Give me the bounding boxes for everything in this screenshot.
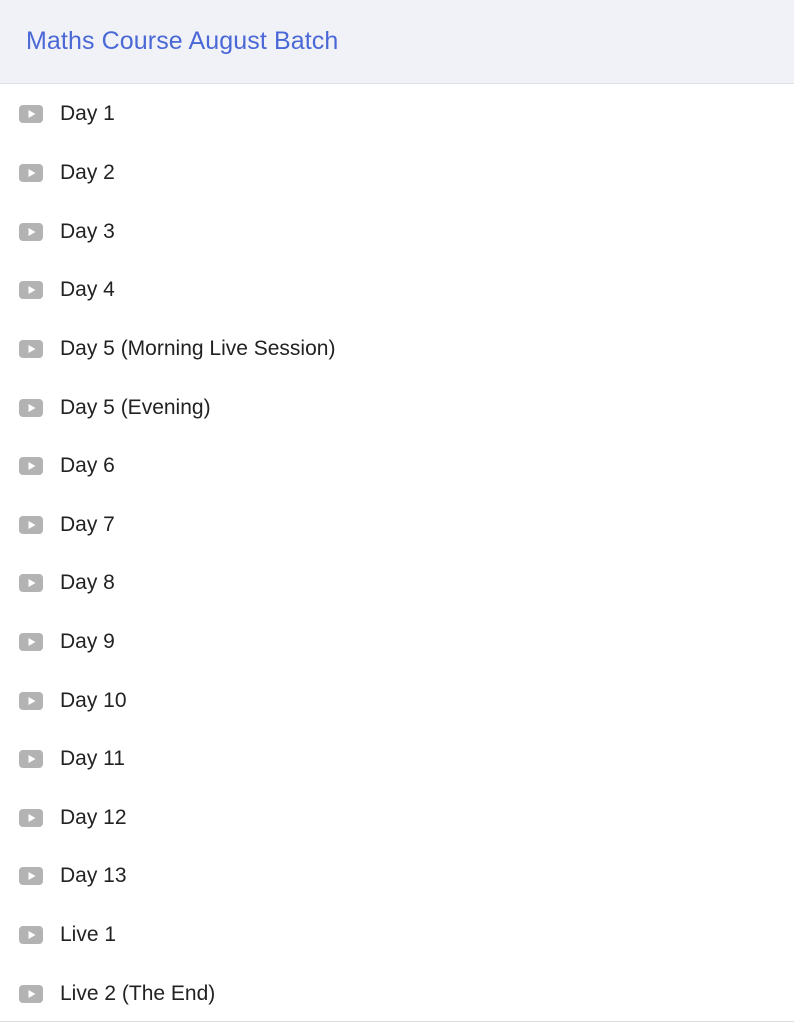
list-item[interactable]: Day 1 — [0, 84, 794, 144]
list-item[interactable]: Day 10 — [0, 671, 794, 730]
play-icon — [19, 105, 43, 123]
play-icon — [19, 164, 43, 183]
list-item-label: Day 12 — [60, 805, 127, 829]
list-item-label: Day 8 — [60, 571, 115, 595]
list-item[interactable]: Day 9 — [0, 613, 794, 672]
list-item[interactable]: Day 4 — [0, 261, 794, 320]
list-item-label: Day 13 — [60, 864, 127, 888]
list-item-label: Day 4 — [60, 278, 115, 302]
play-icon — [19, 633, 43, 652]
list-item-label: Day 3 — [60, 219, 115, 243]
page-header: Maths Course August Batch — [0, 0, 794, 84]
bottom-divider — [0, 1021, 794, 1022]
page-title: Maths Course August Batch — [26, 27, 339, 55]
list-item[interactable]: Live 1 — [0, 906, 794, 965]
list-item[interactable]: Day 12 — [0, 789, 794, 848]
list-item-label: Day 10 — [60, 688, 127, 712]
list-item[interactable]: Day 2 — [0, 144, 794, 203]
play-icon — [19, 398, 43, 417]
play-icon — [19, 574, 43, 593]
lesson-list: Day 1 Day 2 Day 3 Day 4 Day 5 (Morning L… — [0, 84, 794, 1023]
play-icon — [19, 691, 43, 710]
list-item[interactable]: Day 8 — [0, 554, 794, 613]
play-icon — [19, 281, 43, 300]
list-item[interactable]: Live 2 (The End) — [0, 964, 794, 1023]
list-item-label: Day 11 — [60, 747, 125, 771]
play-icon — [19, 926, 43, 945]
list-item-label: Day 5 (Morning Live Session) — [60, 337, 336, 361]
list-item[interactable]: Day 5 (Evening) — [0, 378, 794, 437]
list-item-label: Live 2 (The End) — [60, 981, 216, 1005]
list-item[interactable]: Day 13 — [0, 847, 794, 906]
play-icon — [19, 340, 43, 359]
list-item[interactable]: Day 5 (Morning Live Session) — [0, 320, 794, 379]
list-item[interactable]: Day 3 — [0, 203, 794, 262]
list-item[interactable]: Day 6 — [0, 437, 794, 496]
play-icon — [19, 750, 43, 769]
list-item-label: Day 5 (Evening) — [60, 395, 211, 419]
list-item-label: Day 7 — [60, 512, 115, 536]
list-item-label: Day 2 — [60, 161, 115, 185]
play-icon — [19, 457, 43, 476]
list-item[interactable]: Day 7 — [0, 496, 794, 555]
play-icon — [19, 515, 43, 534]
list-item-label: Day 6 — [60, 454, 115, 478]
play-icon — [19, 984, 43, 1003]
list-item[interactable]: Day 11 — [0, 730, 794, 789]
list-item-label: Live 1 — [60, 923, 117, 947]
play-icon — [19, 222, 43, 241]
play-icon — [19, 808, 43, 827]
list-item-label: Day 9 — [60, 630, 115, 654]
play-icon — [19, 867, 43, 886]
list-item-label: Day 1 — [60, 102, 115, 125]
